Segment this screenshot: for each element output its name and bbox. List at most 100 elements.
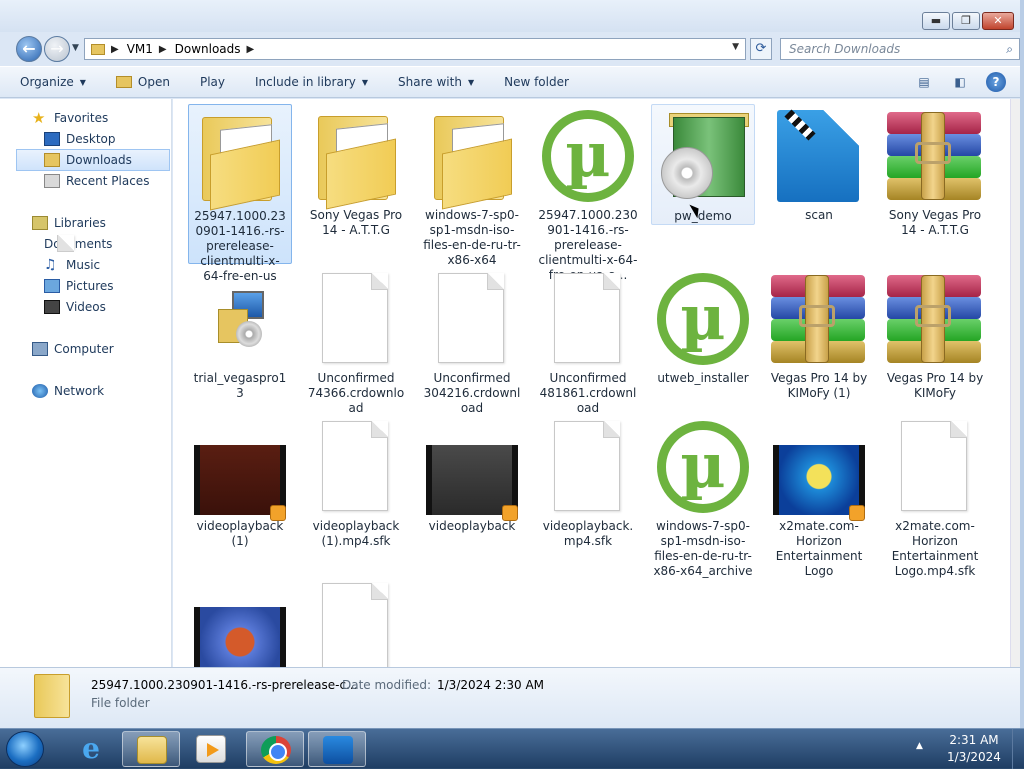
taskbar-media-player[interactable] bbox=[182, 731, 240, 767]
sidebar-item-favorites[interactable]: ★ Favorites bbox=[32, 107, 170, 129]
windows-explorer-icon bbox=[137, 736, 167, 764]
sidebar-item-pictures[interactable]: Pictures bbox=[44, 275, 170, 297]
file-name: videoplayback (1) bbox=[196, 519, 284, 548]
search-input[interactable]: Search Downloads ⌕ bbox=[780, 38, 1020, 60]
file-item[interactable]: µ 25947.1000.230901-1416.-rs-prerelease-… bbox=[536, 104, 640, 283]
sidebar-item-music[interactable]: ♫ Music bbox=[44, 254, 170, 276]
file-item[interactable]: x2mate.com-Horizon Entertainment Logo bbox=[767, 415, 871, 579]
clock-time[interactable]: 2:31 AM bbox=[934, 733, 1014, 747]
sidebar-item-label: Downloads bbox=[66, 153, 132, 167]
new-folder-button[interactable]: New folder bbox=[504, 75, 569, 89]
show-desktop-button[interactable] bbox=[1012, 729, 1024, 769]
breadcrumb-downloads[interactable]: Downloads bbox=[175, 42, 241, 56]
file-name: Unconfirmed 481861.crdownload bbox=[539, 371, 637, 415]
taskbar-windows-explorer[interactable] bbox=[122, 731, 180, 767]
file-item[interactable] bbox=[304, 577, 408, 667]
clock-date[interactable]: 1/3/2024 bbox=[934, 750, 1014, 764]
taskbar-internet-explorer[interactable]: e bbox=[62, 731, 120, 767]
forward-button[interactable]: → bbox=[44, 36, 70, 62]
help-icon[interactable]: ? bbox=[986, 72, 1006, 92]
file-item[interactable]: trial_vegaspro13 bbox=[188, 267, 292, 401]
file-item[interactable]: Sony Vegas Pro 14 - A.T.T.G bbox=[304, 104, 408, 238]
back-button[interactable]: ← bbox=[16, 36, 42, 62]
recent-places-icon bbox=[44, 174, 60, 188]
sidebar-item-recent-places[interactable]: Recent Places bbox=[44, 170, 170, 192]
include-label: Include in library bbox=[255, 75, 356, 89]
sidebar-item-label: Desktop bbox=[66, 132, 116, 146]
pictures-icon bbox=[44, 279, 60, 293]
file-item[interactable]: x2mate.com-Horizon Entertainment Logo.mp… bbox=[883, 415, 987, 579]
include-in-library-menu[interactable]: Include in library ▼ bbox=[255, 75, 368, 89]
setup-icon bbox=[192, 271, 288, 367]
close-button[interactable]: ✕ bbox=[982, 12, 1014, 30]
taskbar: e ▲ 2:31 AM 1/3/2024 bbox=[0, 728, 1024, 769]
maximize-button[interactable]: ❐ bbox=[952, 12, 980, 30]
file-item[interactable]: Vegas Pro 14 by KIMoFy bbox=[883, 267, 987, 401]
utorrent-icon: µ bbox=[655, 271, 751, 367]
file-item[interactable]: windows-7-sp0-sp1-msdn-iso-files-en-de-r… bbox=[420, 104, 524, 268]
sidebar-item-libraries[interactable]: Libraries bbox=[32, 212, 170, 234]
file-item[interactable]: scan bbox=[767, 104, 871, 223]
file-item[interactable]: Vegas Pro 14 by KIMoFy (1) bbox=[767, 267, 871, 401]
minimize-button[interactable]: ▬ bbox=[922, 12, 950, 30]
chevron-down-icon: ▼ bbox=[79, 77, 86, 87]
chevron-right-icon[interactable]: ▶ bbox=[247, 44, 255, 55]
recent-pages-dropdown[interactable]: ▼ bbox=[72, 43, 79, 53]
chevron-right-icon[interactable]: ▶ bbox=[111, 44, 119, 55]
change-view-icon[interactable]: ▤ ▾ bbox=[914, 72, 934, 109]
sidebar-item-network[interactable]: Network bbox=[32, 380, 170, 402]
file-item[interactable]: videoplayback (1) bbox=[188, 415, 292, 549]
sidebar-item-label: Music bbox=[66, 258, 101, 272]
video-thumb-icon bbox=[192, 419, 288, 521]
file-item[interactable]: pw_demo bbox=[651, 104, 755, 225]
blank-file-icon bbox=[540, 271, 636, 367]
taskbar-vegas[interactable] bbox=[308, 731, 366, 767]
sidebar-item-documents[interactable]: Documents bbox=[44, 233, 170, 255]
address-dropdown-icon[interactable]: ▼ bbox=[732, 42, 739, 52]
file-item[interactable]: µ utweb_installer bbox=[651, 267, 755, 386]
refresh-button[interactable]: ⟳ bbox=[750, 38, 772, 60]
file-item[interactable] bbox=[188, 577, 292, 667]
file-name: videoplayback (1).mp4.sfk bbox=[312, 519, 400, 548]
sidebar-item-label: Computer bbox=[54, 342, 114, 356]
taskbar-chrome[interactable] bbox=[246, 731, 304, 767]
file-item[interactable]: Unconfirmed 304216.crdownload bbox=[420, 267, 524, 416]
file-item[interactable]: 25947.1000.230901-1416.-rs-prerelease-cl… bbox=[188, 104, 292, 283]
open-button[interactable]: Open bbox=[115, 75, 170, 89]
file-item[interactable]: Unconfirmed 74366.crdownload bbox=[304, 267, 408, 416]
star-icon: ★ bbox=[32, 109, 46, 127]
organize-menu[interactable]: Organize ▼ bbox=[20, 75, 86, 89]
file-item[interactable]: Sony Vegas Pro 14 - A.T.T.G bbox=[883, 104, 987, 238]
sidebar-item-desktop[interactable]: Desktop bbox=[44, 128, 170, 150]
address-bar[interactable]: ▶ VM1 ▶ Downloads ▶ ▼ bbox=[84, 38, 746, 60]
file-name: Unconfirmed 304216.crdownload bbox=[423, 371, 521, 415]
sidebar-item-label: Documents bbox=[44, 237, 113, 251]
breadcrumb-vm1[interactable]: VM1 bbox=[127, 42, 153, 56]
start-button[interactable] bbox=[6, 731, 44, 767]
file-item[interactable]: µ windows-7-sp0-sp1-msdn-iso-files-en-de… bbox=[651, 415, 755, 579]
play-button[interactable]: Play bbox=[200, 75, 225, 89]
downloads-folder-icon bbox=[44, 153, 60, 167]
show-hidden-icons-icon[interactable]: ▲ bbox=[916, 741, 923, 751]
sidebar-item-downloads[interactable]: Downloads bbox=[16, 149, 170, 171]
sidebar-item-computer[interactable]: Computer bbox=[32, 338, 170, 360]
share-with-menu[interactable]: Share with ▼ bbox=[398, 75, 474, 89]
folder-icon bbox=[34, 674, 70, 718]
vertical-scrollbar[interactable] bbox=[1010, 99, 1020, 667]
sidebar-item-videos[interactable]: Videos bbox=[44, 296, 170, 318]
file-item[interactable]: videoplayback bbox=[420, 415, 524, 534]
file-item[interactable]: videoplayback.mp4.sfk bbox=[536, 415, 640, 549]
video-thumb-icon bbox=[424, 419, 520, 521]
open-label: Open bbox=[137, 75, 170, 89]
refresh-icon: ⟳ bbox=[755, 41, 767, 56]
search-icon[interactable]: ⌕ bbox=[1006, 42, 1013, 57]
chevron-right-icon[interactable]: ▶ bbox=[159, 44, 167, 55]
file-item[interactable]: videoplayback (1).mp4.sfk bbox=[304, 415, 408, 549]
file-name: x2mate.com-Horizon Entertainment Logo.mp… bbox=[891, 519, 979, 578]
video-thumb-icon bbox=[771, 419, 867, 521]
title-bar[interactable]: ▬ ❐ ✕ bbox=[0, 0, 1020, 32]
file-item[interactable]: Unconfirmed 481861.crdownload bbox=[536, 267, 640, 416]
preview-pane-icon[interactable]: ◧ bbox=[950, 72, 970, 92]
internet-explorer-icon: e bbox=[82, 732, 100, 765]
file-name: Sony Vegas Pro 14 - A.T.T.G bbox=[888, 208, 982, 237]
